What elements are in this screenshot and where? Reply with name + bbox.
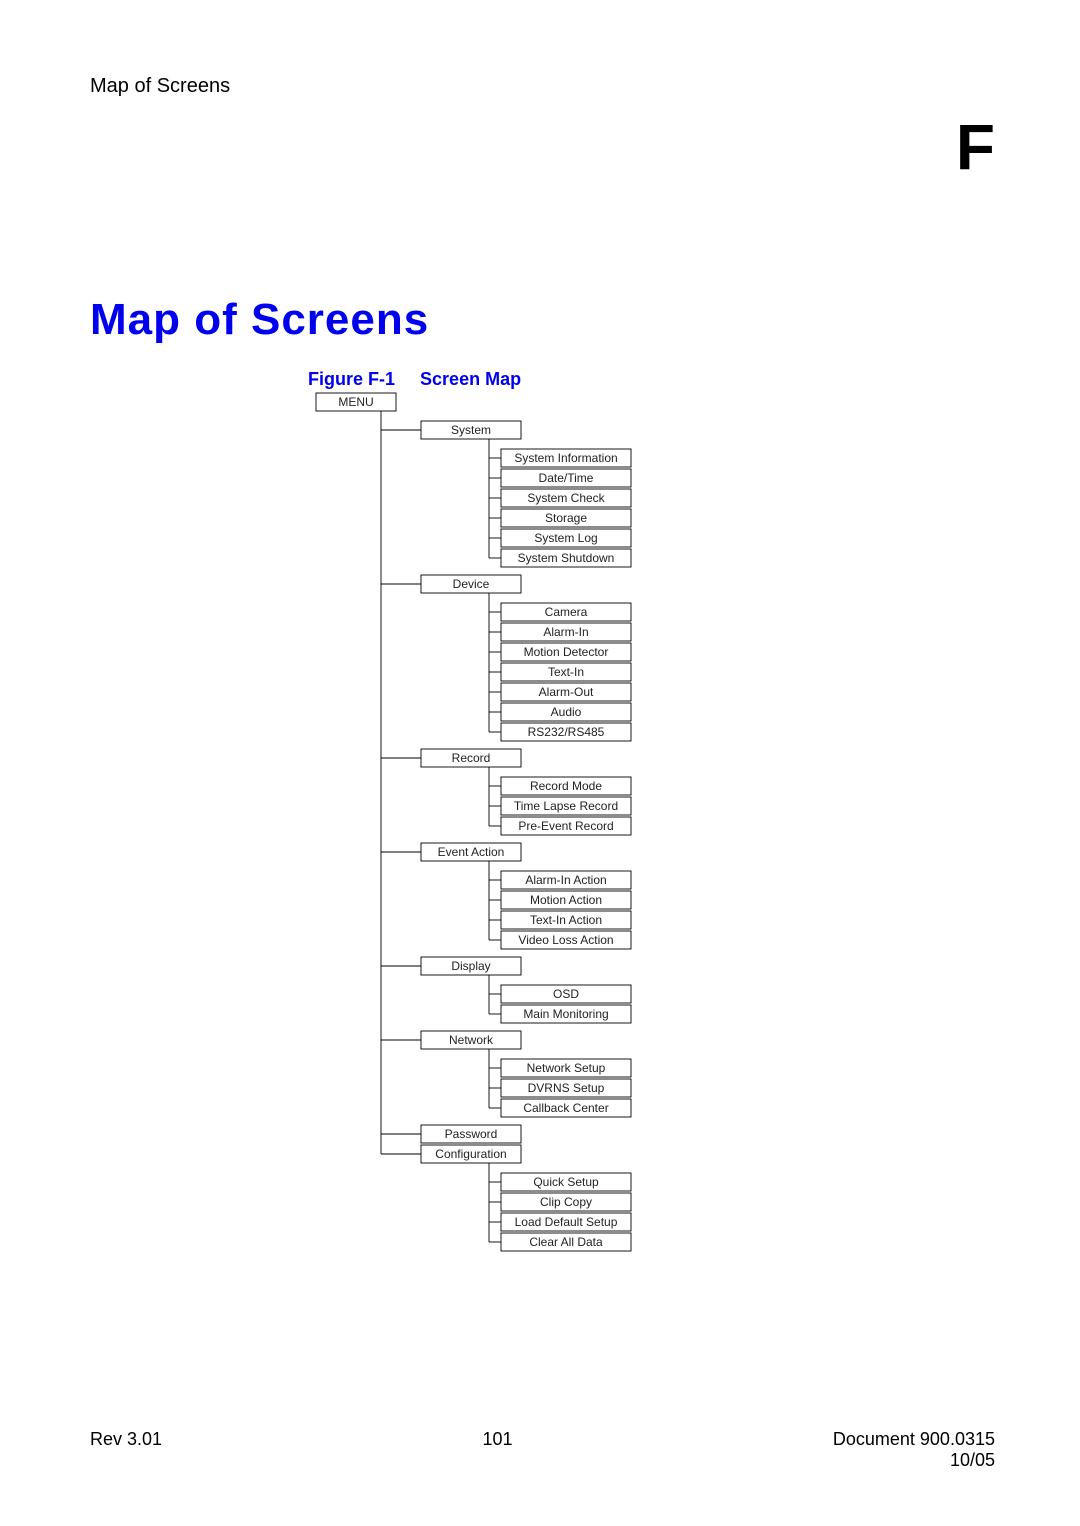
page-title: Map of Screens (90, 295, 429, 345)
figure-label: Figure F-1 (308, 369, 395, 389)
figure-title: Screen Map (420, 369, 521, 389)
leaf-load-default-setup: Load Default Setup (515, 1215, 618, 1229)
appendix-letter: F (956, 110, 995, 184)
leaf-main-monitoring: Main Monitoring (523, 1007, 608, 1021)
footer-doc-number: Document 900.0315 (833, 1429, 995, 1450)
leaf-alarm-in-action: Alarm-In Action (525, 873, 606, 887)
leaf-storage: Storage (545, 511, 587, 525)
leaf-system-check: System Check (527, 491, 605, 505)
category-system: System (451, 423, 491, 437)
category-record: Record (452, 751, 491, 765)
leaf-network-setup: Network Setup (527, 1061, 606, 1075)
category-configuration: Configuration (435, 1147, 506, 1161)
leaf-audio: Audio (551, 705, 582, 719)
leaf-motion-detector: Motion Detector (524, 645, 609, 659)
leaf-time-lapse-record: Time Lapse Record (514, 799, 618, 813)
leaf-system-shutdown: System Shutdown (518, 551, 615, 565)
leaf-alarm-out: Alarm-Out (539, 685, 594, 699)
leaf-quick-setup: Quick Setup (533, 1175, 599, 1189)
footer-rev: Rev 3.01 (90, 1429, 162, 1471)
category-password: Password (445, 1127, 498, 1141)
figure-caption: Figure F-1 Screen Map (308, 369, 521, 390)
leaf-text-in-action: Text-In Action (530, 913, 602, 927)
leaf-camera: Camera (545, 605, 588, 619)
leaf-clip-copy: Clip Copy (540, 1195, 592, 1209)
leaf-osd: OSD (553, 987, 579, 1001)
footer-date: 10/05 (833, 1450, 995, 1471)
category-network: Network (449, 1033, 494, 1047)
leaf-text-in: Text-In (548, 665, 584, 679)
screen-map-diagram: MENU System System Information Date/Time Sys… (306, 389, 686, 1263)
footer-page-number: 101 (482, 1429, 512, 1471)
page-footer: Rev 3.01 101 Document 900.0315 10/05 (90, 1429, 995, 1471)
leaf-motion-action: Motion Action (530, 893, 602, 907)
leaf-rs232-rs485: RS232/RS485 (528, 725, 605, 739)
leaf-date-time: Date/Time (539, 471, 594, 485)
leaf-system-information: System Information (514, 451, 617, 465)
leaf-callback-center: Callback Center (523, 1101, 608, 1115)
leaf-dvrns-setup: DVRNS Setup (528, 1081, 605, 1095)
leaf-pre-event-record: Pre-Event Record (518, 819, 613, 833)
leaf-video-loss-action: Video Loss Action (518, 933, 613, 947)
category-display: Display (451, 959, 490, 973)
leaf-alarm-in: Alarm-In (543, 625, 588, 639)
menu-root: MENU (338, 395, 373, 409)
category-device: Device (453, 577, 490, 591)
running-header: Map of Screens (90, 75, 230, 98)
category-event-action: Event Action (438, 845, 505, 859)
leaf-system-log: System Log (534, 531, 597, 545)
leaf-clear-all-data: Clear All Data (529, 1235, 603, 1249)
leaf-record-mode: Record Mode (530, 779, 602, 793)
